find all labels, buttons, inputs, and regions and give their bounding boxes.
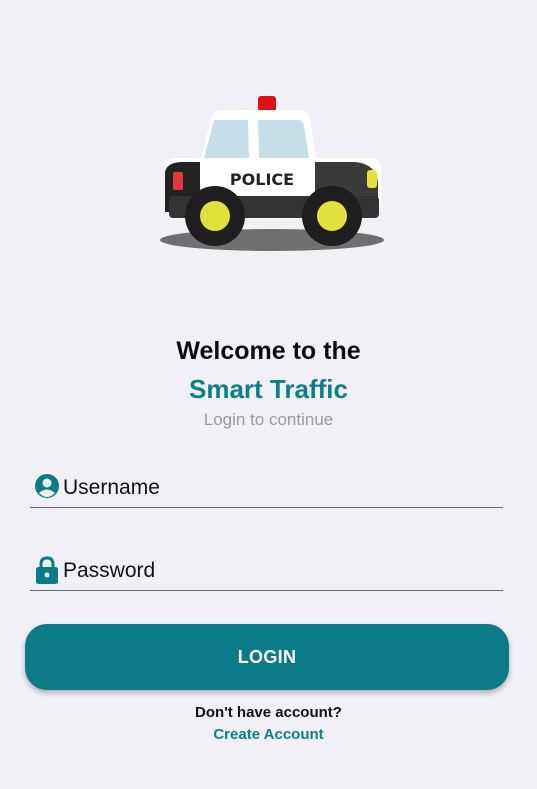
police-car-logo: POLICE bbox=[160, 96, 384, 251]
taillight bbox=[367, 170, 377, 188]
front-wheel-hub bbox=[200, 201, 230, 231]
no-account-prompt: Don't have account? bbox=[195, 704, 342, 721]
username-input[interactable] bbox=[63, 473, 493, 503]
rear-window bbox=[258, 120, 309, 158]
login-subtitle: Login to continue bbox=[203, 410, 334, 429]
app-title: Smart Traffic bbox=[189, 374, 348, 404]
headlight bbox=[173, 172, 183, 190]
welcome-heading: Welcome to the bbox=[176, 337, 361, 365]
create-account-link[interactable]: Create Account bbox=[213, 726, 323, 743]
create-account-row: Create Account bbox=[0, 726, 537, 743]
login-button[interactable]: LOGIN bbox=[25, 624, 509, 690]
lock-icon bbox=[36, 556, 58, 584]
password-input[interactable] bbox=[63, 556, 493, 586]
account-circle-icon bbox=[35, 474, 59, 498]
password-field[interactable] bbox=[30, 554, 503, 591]
siren-light bbox=[258, 96, 276, 112]
username-field[interactable] bbox=[30, 471, 503, 508]
rear-wheel-hub bbox=[317, 201, 347, 231]
police-label: POLICE bbox=[230, 170, 294, 189]
